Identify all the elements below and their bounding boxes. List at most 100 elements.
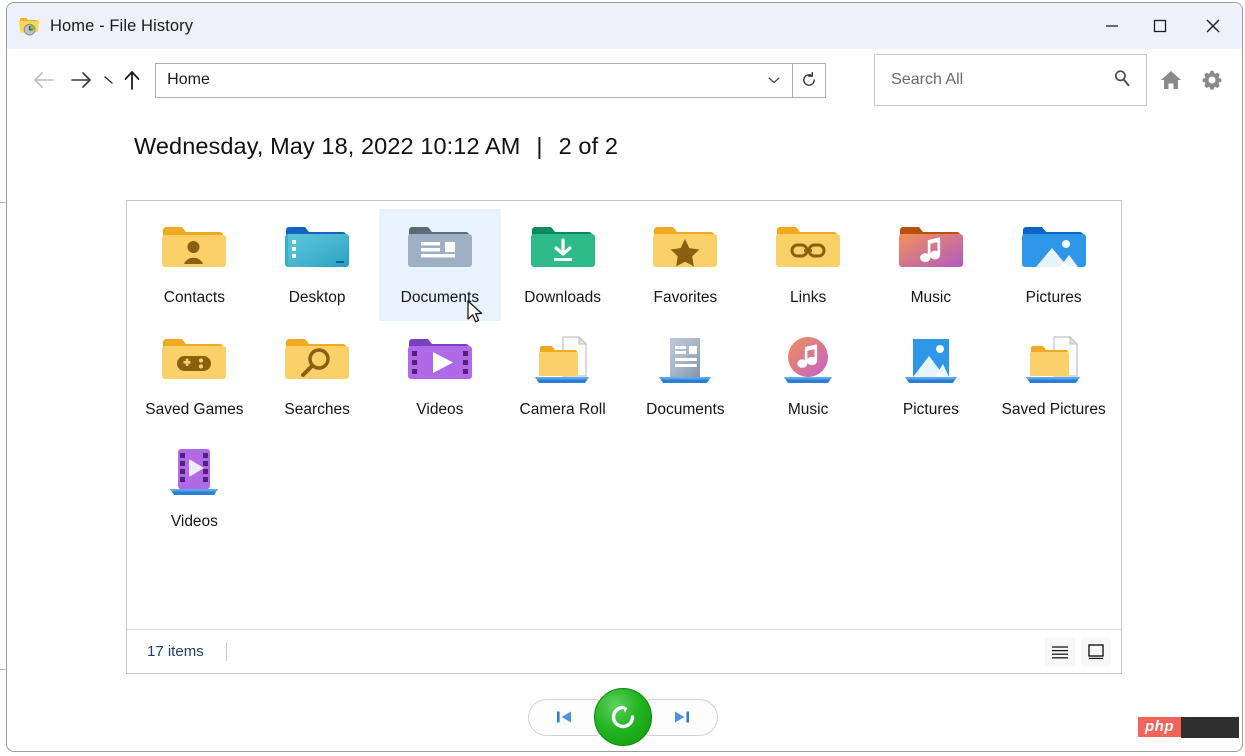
navigation-toolbar: Home Search All: [7, 49, 1242, 111]
large-icons-view-icon: [1088, 643, 1104, 659]
refresh-icon: [803, 71, 816, 86]
items-pane: Contacts Desktop Documents Downloads Fav…: [126, 200, 1122, 674]
item-label: Music: [910, 289, 952, 306]
forward-arrow-icon: [70, 72, 91, 88]
home-icon: [1161, 71, 1181, 89]
status-divider: [225, 642, 227, 661]
item-count: 17 items: [147, 643, 204, 660]
version-header: Wednesday, May 18, 2022 10:12 AM | 2 of …: [7, 111, 1242, 160]
settings-button[interactable]: [1195, 58, 1230, 102]
large-icons-view-button[interactable]: [1081, 637, 1111, 666]
item-videos[interactable]: Videos: [133, 433, 256, 545]
version-position: 2 of 2: [558, 133, 619, 159]
item-camera-roll[interactable]: Camera Roll: [501, 321, 624, 433]
header-separator: |: [536, 133, 543, 159]
item-favorites[interactable]: Favorites: [624, 209, 747, 321]
item-label: Saved Pictures: [1001, 401, 1106, 418]
folder-links-icon: [776, 221, 841, 281]
item-downloads[interactable]: Downloads: [501, 209, 624, 321]
item-desktop[interactable]: Desktop: [256, 209, 379, 321]
recent-locations-icon: [104, 76, 113, 84]
item-documents[interactable]: Documents: [624, 321, 747, 433]
up-button[interactable]: [119, 60, 146, 100]
item-pictures[interactable]: Pictures: [992, 209, 1115, 321]
home-button[interactable]: [1153, 58, 1188, 102]
next-version-icon: [674, 711, 689, 723]
mouse-cursor: [466, 300, 486, 331]
item-links[interactable]: Links: [747, 209, 870, 321]
details-view-button[interactable]: [1045, 637, 1075, 666]
item-searches[interactable]: Searches: [256, 321, 379, 433]
back-button[interactable]: [25, 60, 62, 100]
item-label: Documents: [646, 401, 725, 418]
refresh-button[interactable]: [793, 62, 827, 98]
maximize-button[interactable]: [1136, 3, 1184, 49]
version-transport-controls: [0, 688, 1245, 746]
item-label: Desktop: [288, 289, 346, 306]
title-bar: Home - File History: [7, 3, 1242, 49]
search-input[interactable]: Search All: [874, 54, 1148, 106]
item-label: Favorites: [653, 289, 718, 306]
details-view-icon: [1052, 645, 1068, 658]
window-title: Home - File History: [50, 16, 194, 35]
address-value: Home: [167, 71, 210, 88]
item-label: Downloads: [524, 289, 601, 306]
library-pictures-icon: [899, 333, 963, 393]
close-button[interactable]: [1184, 3, 1242, 49]
library-music-icon: [776, 333, 840, 393]
minimize-icon: [1106, 25, 1118, 27]
next-version-button[interactable]: [645, 698, 718, 736]
folder-documents-icon: [407, 221, 472, 281]
folder-favorites-icon: [653, 221, 718, 281]
item-label: Links: [790, 289, 827, 306]
previous-version-icon: [556, 711, 571, 723]
library-videos-icon: [162, 445, 226, 505]
item-contacts[interactable]: Contacts: [133, 209, 256, 321]
folder-videos-icon: [407, 333, 472, 393]
folder-downloads-icon: [530, 221, 595, 281]
previous-version-button[interactable]: [527, 698, 600, 736]
search-placeholder: Search All: [891, 71, 964, 88]
folder-games-icon: [162, 333, 227, 393]
folder-music-icon: [898, 221, 963, 281]
library-folder-icon: [531, 333, 595, 393]
item-saved-games[interactable]: Saved Games: [133, 321, 256, 433]
minimize-button[interactable]: [1088, 3, 1136, 49]
item-label: Pictures: [902, 401, 959, 418]
screen: Home - File History Home Search All Wedn…: [0, 0, 1245, 756]
watermark: php: [1138, 716, 1239, 738]
watermark-block: [1181, 716, 1239, 738]
search-icon[interactable]: [1112, 68, 1132, 93]
item-label: Music: [787, 401, 829, 418]
address-input[interactable]: Home: [155, 62, 794, 98]
restore-icon: [611, 705, 634, 729]
item-videos[interactable]: Videos: [379, 321, 502, 433]
gear-icon: [1202, 70, 1222, 90]
restore-button[interactable]: [593, 688, 652, 746]
window-controls: [1088, 3, 1242, 49]
items-grid: Contacts Desktop Documents Downloads Fav…: [127, 201, 1121, 629]
item-label: Camera Roll: [519, 401, 606, 418]
back-arrow-icon: [33, 72, 54, 88]
item-music[interactable]: Music: [747, 321, 870, 433]
php-logo: php: [1138, 717, 1181, 737]
folder-clock-icon: [18, 16, 41, 36]
item-pictures[interactable]: Pictures: [870, 321, 993, 433]
close-icon: [1206, 19, 1220, 33]
item-label: Contacts: [163, 289, 225, 306]
item-label: Videos: [416, 401, 464, 418]
item-label: Searches: [284, 401, 350, 418]
forward-button[interactable]: [62, 60, 99, 100]
folder-contacts-icon: [162, 221, 227, 281]
library-folder-icon: [1022, 333, 1086, 393]
folder-searches-icon: [285, 333, 350, 393]
recent-locations-button[interactable]: [99, 60, 118, 100]
version-timestamp: Wednesday, May 18, 2022 10:12 AM: [134, 133, 521, 159]
chevron-down-icon[interactable]: [762, 75, 786, 85]
item-saved-pictures[interactable]: Saved Pictures: [992, 321, 1115, 433]
item-label: Pictures: [1025, 289, 1082, 306]
folder-desktop-icon: [285, 221, 350, 281]
item-label: Saved Games: [145, 401, 244, 418]
item-music[interactable]: Music: [870, 209, 993, 321]
address-bar: Home: [155, 62, 827, 98]
